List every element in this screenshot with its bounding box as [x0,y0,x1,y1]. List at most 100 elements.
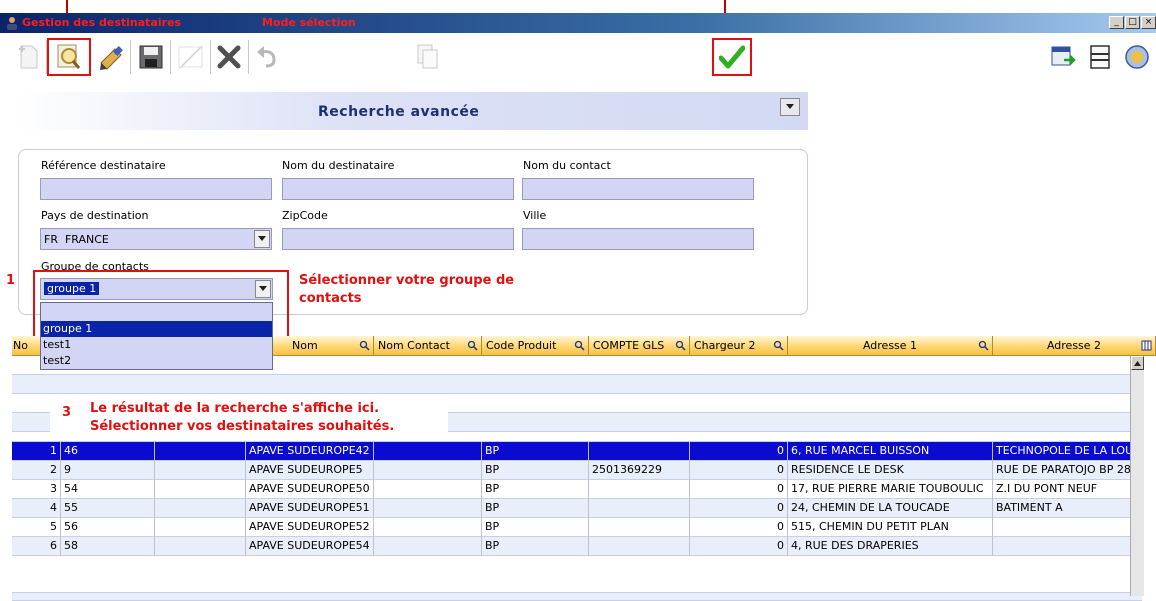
annotation-step-3: 3 [62,405,72,420]
maximize-button[interactable]: □ [1125,16,1140,29]
nom-destinataire-input[interactable] [282,178,514,200]
delete-icon [217,45,241,69]
annotation-text-1b: contacts [299,291,362,306]
annotation-text-1a: Sélectionner votre groupe de [299,273,515,288]
cell-adresse2: Z.I DU PONT NEUF [993,480,1142,499]
cell-nom: APAVE SUDEUROPE5 [246,461,374,480]
export-button[interactable] [1046,40,1080,74]
empty-row [12,375,1142,394]
chevron-down-icon [786,104,794,109]
cell-ref: 56 [61,518,155,537]
table-row-selected[interactable]: 1 46 APAVE SUDEUROPE42 BP 0 6, RUE MARCEL BUI… [12,442,1142,461]
groupe-option[interactable] [41,303,272,321]
col-header-adresse1[interactable]: Adresse 1 [788,336,993,356]
vertical-scrollbar[interactable] [1130,356,1144,596]
label-zipcode: ZipCode [282,209,328,222]
cell-no: 3 [12,480,61,499]
col-header-code-produit[interactable]: Code Produit [482,336,589,356]
groupe-dropdown-list: groupe 1 test1 test2 [40,302,273,370]
table-row[interactable]: 2 9 APAVE SUDEUROPE5 BP 2501369229 0 RESIDENCE… [12,461,1142,480]
window-mode: Mode sélection [262,16,356,29]
help-button[interactable] [1120,40,1154,74]
col-header-compte-gls[interactable]: COMPTE GLS [589,336,690,356]
col-header-adresse2[interactable]: Adresse 2 [993,336,1156,356]
save-button[interactable] [134,40,168,74]
zipcode-input[interactable] [282,228,514,250]
cell-adresse2 [993,537,1142,556]
undo-button[interactable] [250,40,284,74]
columns-icon[interactable] [1141,340,1152,351]
search-icon[interactable] [574,340,585,351]
table-row[interactable]: 3 54 APAVE SUDEUROPE50 BP 0 17, RUE PIERRE MA… [12,480,1142,499]
search-icon[interactable] [773,340,784,351]
col-header-chargeur2[interactable]: Chargeur 2 [690,336,788,356]
new-button[interactable] [12,40,46,74]
print-button[interactable] [1083,40,1117,74]
new-icon [19,45,38,69]
print-icon [1090,45,1110,69]
table-row[interactable]: 6 58 APAVE SUDEUROPE54 BP 0 4, RUE DES DRAPER… [12,537,1142,556]
cell-chargeur2: 0 [690,480,788,499]
groupe-option-selected[interactable]: groupe 1 [41,321,272,337]
search-icon[interactable] [359,340,370,351]
scroll-up-button[interactable] [1131,356,1144,370]
cell-chargeur2: 0 [690,518,788,537]
cell-nom-contact [374,537,482,556]
save-icon [139,45,163,69]
cell-compte-gls [589,518,690,537]
cell-adresse2 [993,518,1142,537]
title-bar: Gestion des destinataires Mode sélection… [0,13,1156,33]
cell-nom-contact [374,499,482,518]
blank-button[interactable] [174,40,208,74]
annotation-line-validate [724,0,726,13]
close-button[interactable]: × [1141,16,1156,29]
cell-code-produit: BP [482,442,589,461]
table-row[interactable]: 4 55 APAVE SUDEUROPE51 BP 0 24, CHEMIN DE LA … [12,499,1142,518]
search-icon[interactable] [675,340,686,351]
cell-ref: 9 [61,461,155,480]
groupe-select[interactable]: groupe 1 [40,278,273,300]
cell-code-produit: BP [482,518,589,537]
col-header-nom-contact[interactable]: Nom Contact [374,336,482,356]
cell-chargeur2: 0 [690,442,788,461]
annotation-line-search [66,0,68,13]
cell-no: 6 [12,537,61,556]
reference-input[interactable] [40,178,272,200]
cell-adresse1: 17, RUE PIERRE MARIE TOUBOULIC [788,480,993,499]
nom-contact-input[interactable] [522,178,754,200]
collapse-toggle[interactable] [780,98,800,116]
pays-dropdown-arrow[interactable] [254,230,270,248]
groupe-option[interactable]: test2 [41,353,272,369]
ville-input[interactable] [522,228,754,250]
pays-select[interactable]: FR FRANCE [40,228,272,250]
edit-button[interactable] [94,40,128,74]
search-icon[interactable] [978,340,989,351]
col-header-adresse2-label: Adresse 2 [1046,339,1102,352]
chevron-up-icon [1134,360,1141,366]
label-nom-destinataire: Nom du destinataire [282,159,395,172]
cell-empty [155,537,246,556]
cell-adresse1: RESIDENCE LE DESK [788,461,993,480]
pays-value: FR FRANCE [44,233,109,246]
groupe-dropdown-arrow[interactable] [255,280,271,298]
minimize-button[interactable]: _ [1109,16,1124,29]
advanced-search-title: Recherche avancée [318,104,480,120]
label-nom-contact: Nom du contact [523,159,611,172]
empty-row [12,593,1142,601]
groupe-option[interactable]: test1 [41,337,272,353]
groupe-value: groupe 1 [44,282,100,295]
copy-button[interactable] [410,40,444,74]
window-title: Gestion des destinataires [22,16,182,29]
validate-button[interactable] [712,38,752,76]
table-row[interactable]: 5 56 APAVE SUDEUROPE52 BP 0 515, CHEMIN DU PE… [12,518,1142,537]
cell-empty [155,461,246,480]
cell-adresse2: TECHNOPOLE DE LA LOUE [993,442,1142,461]
label-pays: Pays de destination [41,209,149,222]
cell-no: 1 [12,442,61,461]
advanced-search-header: Recherche avancée [18,92,808,130]
delete-button[interactable] [212,40,246,74]
search-button[interactable] [47,38,91,76]
search-icon[interactable] [467,340,478,351]
cell-nom: APAVE SUDEUROPE54 [246,537,374,556]
cell-code-produit: BP [482,480,589,499]
